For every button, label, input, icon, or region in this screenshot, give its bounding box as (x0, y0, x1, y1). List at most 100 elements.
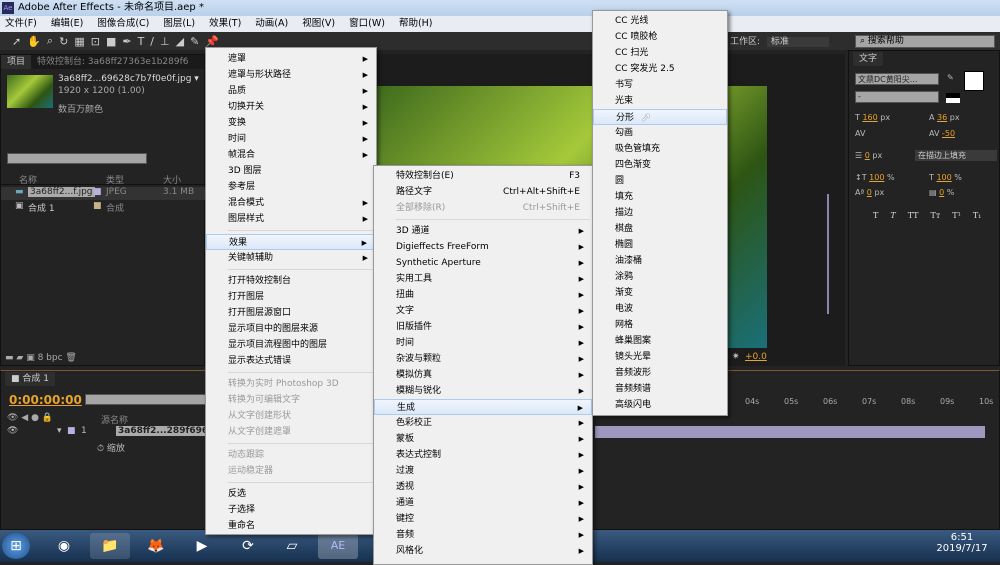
tsume-value[interactable]: 0 (939, 188, 944, 197)
faux-italic-button[interactable]: T (890, 211, 895, 220)
menu-item[interactable]: 时间 ▶ (374, 335, 592, 351)
baseline-shift-value[interactable]: 0 (867, 188, 872, 197)
project-search-input[interactable] (7, 153, 147, 164)
menu-item[interactable]: CC 突发光 2.5 (593, 61, 727, 77)
menu-item[interactable]: CC 光线 (593, 13, 727, 29)
tracking-value[interactable]: -50 (942, 129, 955, 138)
viewer-scrollbar[interactable] (827, 194, 829, 314)
after-effects-taskbar-button[interactable]: AE (318, 533, 358, 559)
workspace-selector[interactable]: 工作区: 标准 (720, 34, 845, 48)
clone-stamp-tool-icon[interactable]: ⊥ (160, 35, 170, 48)
menu-item[interactable]: 遮罩与形状路径 ▶ (206, 67, 376, 83)
trash-icon[interactable]: 🗑 (65, 353, 76, 363)
timecode[interactable]: 0:00:00:00 (9, 393, 82, 407)
faux-bold-button[interactable]: T (873, 211, 878, 220)
horizontal-scale-value[interactable]: 100 (936, 173, 951, 182)
start-button[interactable]: ⊞ (2, 533, 30, 559)
menu-item[interactable]: 变换 ▶ (206, 115, 376, 131)
menu-item[interactable]: 实用工具 ▶ (374, 271, 592, 287)
pen-tool-icon[interactable]: ✒ (122, 35, 131, 48)
font-family-select[interactable]: 文鼎DC黄阳尖... (855, 73, 939, 85)
menu-item[interactable]: Digieffects FreeForm ▶ (374, 239, 592, 255)
camera-tool-icon[interactable]: ▦ (74, 35, 84, 48)
menu-item[interactable]: 蒙板 ▶ (374, 431, 592, 447)
eraser-tool-icon[interactable]: ◢ (176, 35, 184, 48)
project-row[interactable]: ▣ 合成 1 ■ 合成 (1, 201, 206, 214)
firefox-icon[interactable]: 🦊 (136, 533, 176, 559)
refresh-app-icon[interactable]: ⟳ (228, 533, 268, 559)
menu-item[interactable]: 切换开关 ▶ (206, 99, 376, 115)
menu-item[interactable]: 过渡 ▶ (374, 463, 592, 479)
col-name[interactable]: 名称 (19, 173, 37, 186)
clock-date[interactable]: 2019/7/17 (930, 543, 994, 554)
default-colors-icon[interactable] (946, 93, 960, 103)
scale-property[interactable]: ⏱ 缩放 (97, 441, 125, 454)
menu-item[interactable]: 填充 (593, 189, 727, 205)
vertical-scale-value[interactable]: 100 (869, 173, 884, 182)
menu-item[interactable]: 网格 (593, 317, 727, 333)
all-caps-button[interactable]: TT (908, 211, 919, 220)
stroke-mode-select[interactable]: 在描边上填充 (915, 150, 997, 161)
menu-item[interactable]: 光束 (593, 93, 727, 109)
visibility-icon[interactable]: 👁 (7, 426, 18, 436)
rotate-tool-icon[interactable]: ↻ (59, 35, 68, 48)
brush-tool-icon[interactable]: / (150, 35, 154, 48)
menu-item[interactable]: 品质 ▶ (206, 83, 376, 99)
menu-item[interactable]: 四色渐变 (593, 157, 727, 173)
menu-item[interactable]: 打开特效控制台 (206, 273, 376, 289)
menu-item[interactable]: 模拟仿真 ▶ (374, 367, 592, 383)
pan-behind-tool-icon[interactable]: ⊡ (91, 35, 100, 48)
clock-time[interactable]: 6:51 (930, 532, 994, 543)
menu-8[interactable]: 帮助(H) (399, 16, 433, 32)
menu-item[interactable]: 特效控制台(E) F3 (374, 168, 592, 184)
leading-value[interactable]: 36 (937, 113, 947, 122)
col-type[interactable]: 类型 (106, 173, 124, 186)
menu-item[interactable]: 模糊与锐化 ▶ (374, 383, 592, 399)
menu-1[interactable]: 编辑(E) (51, 16, 83, 32)
small-caps-button[interactable]: Tт (931, 211, 941, 220)
menu-item[interactable]: 图层样式 ▶ (206, 211, 376, 227)
superscript-button[interactable]: T¹ (952, 211, 961, 220)
bpc-button[interactable]: 8 bpc (38, 353, 63, 363)
help-search-input[interactable]: ⌕ 搜索帮助 (855, 35, 995, 48)
subscript-button[interactable]: T₁ (973, 211, 982, 220)
menu-item[interactable]: 路径文字 Ctrl+Alt+Shift+E (374, 184, 592, 200)
menu-item[interactable]: 勾画 (593, 125, 727, 141)
menu-item[interactable]: 关键帧辅助 ▶ (206, 250, 376, 266)
notepad-icon[interactable]: ▱ (272, 533, 312, 559)
menu-item[interactable]: 显示表达式错误 (206, 353, 376, 369)
menu-item[interactable]: 子选择 (206, 502, 376, 518)
menu-item[interactable]: 帧混合 ▶ (206, 147, 376, 163)
menu-item[interactable]: 棋盘 (593, 221, 727, 237)
menu-item[interactable]: 音频波形 (593, 365, 727, 381)
menu-item[interactable]: 电波 (593, 301, 727, 317)
menu-item[interactable]: CC 扫光 (593, 45, 727, 61)
selection-tool-icon[interactable]: ➚ (12, 35, 21, 48)
menu-item[interactable]: 渐变 (593, 285, 727, 301)
menu-item[interactable]: 分形 (593, 109, 727, 125)
puppet-pin-tool-icon[interactable]: 📌 (205, 35, 219, 48)
menu-item[interactable]: 3D 通道 ▶ (374, 223, 592, 239)
menu-item[interactable]: 混合模式 ▶ (206, 195, 376, 211)
menu-item[interactable]: 镜头光晕 (593, 349, 727, 365)
menu-item[interactable]: 显示项目流程图中的图层 (206, 337, 376, 353)
expand-arrow-icon[interactable]: ▾ (57, 426, 62, 436)
menu-item[interactable]: 通道 ▶ (374, 495, 592, 511)
menu-item[interactable]: 反选 (206, 486, 376, 502)
menu-item[interactable]: 色彩校正 ▶ (374, 415, 592, 431)
tab-project[interactable]: 项目 (1, 55, 32, 69)
menu-item[interactable]: 打开图层源窗口 (206, 305, 376, 321)
font-size-value[interactable]: 160 (862, 113, 877, 122)
media-player-icon[interactable]: ◉ (44, 533, 84, 559)
menu-item[interactable]: 键控 ▶ (374, 511, 592, 527)
zoom-tool-icon[interactable]: ⌕ (47, 34, 53, 48)
col-size[interactable]: 大小 (163, 173, 181, 186)
menu-7[interactable]: 窗口(W) (349, 16, 385, 32)
menu-item[interactable]: 显示项目中的图层来源 (206, 321, 376, 337)
video-player-icon[interactable]: ▶ (182, 533, 222, 559)
menu-item[interactable]: 效果 ▶ (206, 234, 376, 250)
menu-item[interactable]: 高级闪电 (593, 397, 727, 413)
tab-effect-controls[interactable]: 特效控制台: 3a68ff27363e1b289f6 (31, 55, 195, 69)
menu-item[interactable]: 蜂巢图案 (593, 333, 727, 349)
menu-item[interactable]: 描边 (593, 205, 727, 221)
